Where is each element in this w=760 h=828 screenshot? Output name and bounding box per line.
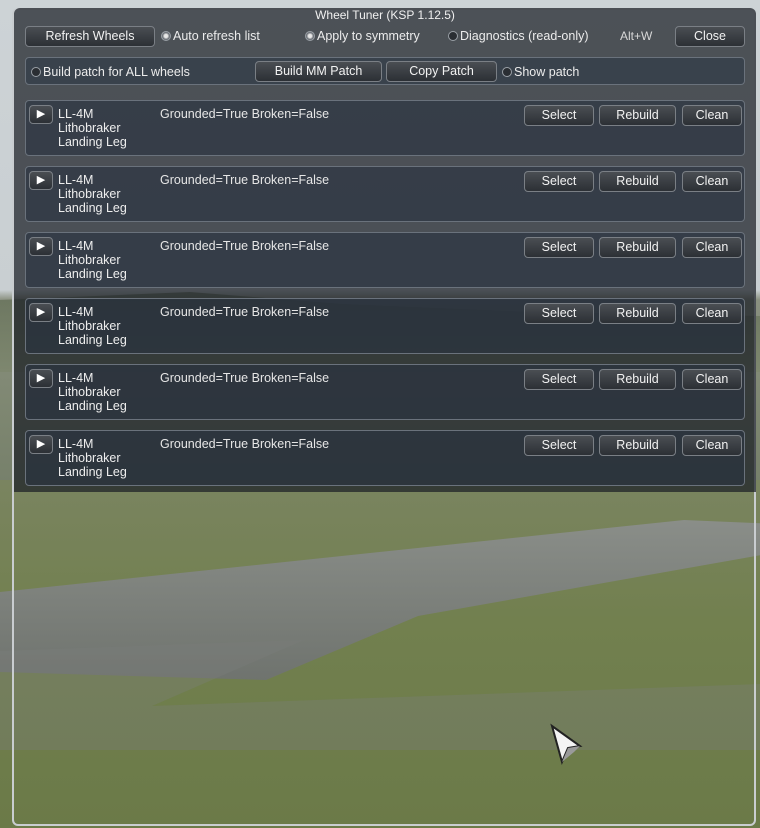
wheel-name-line1: LL-4M — [58, 239, 94, 253]
auto-refresh-label: Auto refresh list — [173, 29, 260, 43]
expand-arrow-icon[interactable]: ▶ — [29, 435, 53, 454]
patch-panel: Build patch for ALL wheels Build MM Patc… — [25, 57, 745, 85]
show-patch-label: Show patch — [514, 65, 580, 79]
show-patch-toggle[interactable]: Show patch — [502, 65, 579, 79]
copy-patch-button[interactable]: Copy Patch — [386, 61, 497, 82]
wheel-status: Grounded=True Broken=False — [160, 437, 330, 451]
wheel-row: ▶ LL-4M Lithobraker Landing Leg Grounded… — [25, 298, 745, 354]
expand-arrow-icon[interactable]: ▶ — [29, 237, 53, 256]
wheel-name-line1: LL-4M — [58, 305, 94, 319]
wheel-name: LL-4M Lithobraker Landing Leg — [58, 239, 127, 281]
expand-arrow-icon[interactable]: ▶ — [29, 369, 53, 388]
mouse-cursor-icon — [550, 723, 583, 766]
auto-refresh-radio-icon — [161, 31, 171, 41]
select-button[interactable]: Select — [524, 435, 594, 456]
wheel-name-line2: Lithobraker — [58, 451, 121, 465]
wheel-name-line2: Lithobraker — [58, 187, 121, 201]
wheel-name-line2: Lithobraker — [58, 253, 121, 267]
select-button[interactable]: Select — [524, 369, 594, 390]
wheel-name-line2: Lithobraker — [58, 319, 121, 333]
wheel-name-line3: Landing Leg — [58, 135, 127, 149]
wheel-name: LL-4M Lithobraker Landing Leg — [58, 371, 127, 413]
wheel-name: LL-4M Lithobraker Landing Leg — [58, 107, 127, 149]
wheel-tuner-window: Wheel Tuner (KSP 1.12.5) Refresh Wheels … — [14, 8, 756, 492]
wheel-name: LL-4M Lithobraker Landing Leg — [58, 305, 127, 347]
wheel-name-line2: Lithobraker — [58, 385, 121, 399]
select-button[interactable]: Select — [524, 105, 594, 126]
wheel-name-line3: Landing Leg — [58, 333, 127, 347]
wheel-name-line3: Landing Leg — [58, 465, 127, 479]
diagnostics-label: Diagnostics (read-only) — [460, 29, 589, 43]
clean-button[interactable]: Clean — [682, 369, 742, 390]
select-button[interactable]: Select — [524, 237, 594, 258]
wheel-row: ▶ LL-4M Lithobraker Landing Leg Grounded… — [25, 166, 745, 222]
wheel-name-line2: Lithobraker — [58, 121, 121, 135]
auto-refresh-toggle[interactable]: Auto refresh list — [161, 29, 260, 43]
expand-arrow-icon[interactable]: ▶ — [29, 171, 53, 190]
expand-arrow-icon[interactable]: ▶ — [29, 303, 53, 322]
wheel-status: Grounded=True Broken=False — [160, 173, 330, 187]
all-wheels-toggle[interactable]: Build patch for ALL wheels — [31, 65, 190, 79]
diagnostics-radio-icon — [448, 31, 458, 41]
rebuild-button[interactable]: Rebuild — [599, 237, 676, 258]
select-button[interactable]: Select — [524, 303, 594, 324]
wheel-name-line1: LL-4M — [58, 437, 94, 451]
close-button[interactable]: Close — [675, 26, 745, 47]
wheel-name-line3: Landing Leg — [58, 399, 127, 413]
wheel-status: Grounded=True Broken=False — [160, 305, 330, 319]
wheel-row: ▶ LL-4M Lithobraker Landing Leg Grounded… — [25, 100, 745, 156]
all-wheels-label: Build patch for ALL wheels — [43, 65, 190, 79]
wheel-name: LL-4M Lithobraker Landing Leg — [58, 173, 127, 215]
wheel-row: ▶ LL-4M Lithobraker Landing Leg Grounded… — [25, 430, 745, 486]
refresh-wheels-button[interactable]: Refresh Wheels — [25, 26, 155, 47]
window-title[interactable]: Wheel Tuner (KSP 1.12.5) — [14, 8, 756, 23]
clean-button[interactable]: Clean — [682, 171, 742, 192]
diagnostics-toggle[interactable]: Diagnostics (read-only) — [448, 29, 589, 43]
symmetry-radio-icon — [305, 31, 315, 41]
wheel-status: Grounded=True Broken=False — [160, 107, 330, 121]
rebuild-button[interactable]: Rebuild — [599, 171, 676, 192]
rebuild-button[interactable]: Rebuild — [599, 303, 676, 324]
apply-symmetry-toggle[interactable]: Apply to symmetry — [305, 29, 420, 43]
wheel-row: ▶ LL-4M Lithobraker Landing Leg Grounded… — [25, 232, 745, 288]
wheel-name-line1: LL-4M — [58, 107, 94, 121]
shortcut-hint: Alt+W — [620, 29, 653, 43]
rebuild-button[interactable]: Rebuild — [599, 369, 676, 390]
clean-button[interactable]: Clean — [682, 303, 742, 324]
wheel-name-line3: Landing Leg — [58, 267, 127, 281]
rebuild-button[interactable]: Rebuild — [599, 105, 676, 126]
wheel-name-line3: Landing Leg — [58, 201, 127, 215]
show-patch-radio-icon — [502, 67, 512, 77]
all-wheels-radio-icon — [31, 67, 41, 77]
rebuild-button[interactable]: Rebuild — [599, 435, 676, 456]
wheel-status: Grounded=True Broken=False — [160, 371, 330, 385]
clean-button[interactable]: Clean — [682, 435, 742, 456]
clean-button[interactable]: Clean — [682, 105, 742, 126]
wheel-name-line1: LL-4M — [58, 173, 94, 187]
select-button[interactable]: Select — [524, 171, 594, 192]
wheel-name: LL-4M Lithobraker Landing Leg — [58, 437, 127, 479]
symmetry-label: Apply to symmetry — [317, 29, 420, 43]
expand-arrow-icon[interactable]: ▶ — [29, 105, 53, 124]
build-mm-patch-button[interactable]: Build MM Patch — [255, 61, 382, 82]
wheel-row: ▶ LL-4M Lithobraker Landing Leg Grounded… — [25, 364, 745, 420]
clean-button[interactable]: Clean — [682, 237, 742, 258]
wheel-name-line1: LL-4M — [58, 371, 94, 385]
wheel-status: Grounded=True Broken=False — [160, 239, 330, 253]
